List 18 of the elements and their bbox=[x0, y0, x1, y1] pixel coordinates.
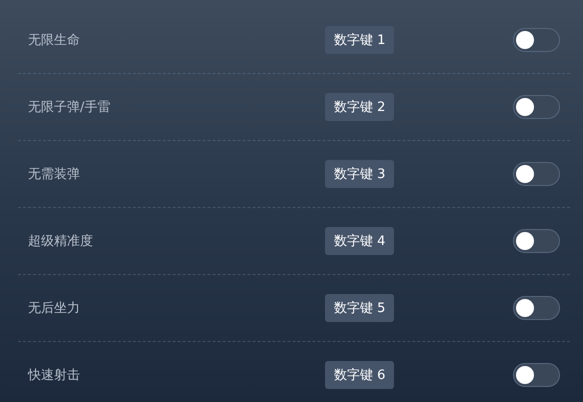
cheat-name: 超级精准度 bbox=[28, 233, 93, 250]
hotkey-label: 数字键 6 bbox=[325, 361, 394, 389]
toggle-switch[interactable] bbox=[513, 229, 560, 253]
toggle-switch[interactable] bbox=[513, 296, 560, 320]
toggle-switch[interactable] bbox=[513, 363, 560, 387]
cheat-name: 无限生命 bbox=[28, 32, 80, 49]
cheat-name: 无需装弹 bbox=[28, 166, 80, 183]
hotkey-label: 数字键 3 bbox=[325, 160, 394, 188]
toggle-switch[interactable] bbox=[513, 28, 560, 52]
cheat-name: 快速射击 bbox=[28, 367, 80, 384]
hotkey-label: 数字键 2 bbox=[325, 93, 394, 121]
hotkey-label: 数字键 5 bbox=[325, 294, 394, 322]
toggle-switch[interactable] bbox=[513, 162, 560, 186]
toggle-switch[interactable] bbox=[513, 95, 560, 119]
hotkey-label: 数字键 1 bbox=[325, 26, 394, 54]
hotkey-label: 数字键 4 bbox=[325, 227, 394, 255]
cheat-name: 无限子弹/手雷 bbox=[28, 99, 110, 116]
cheat-name: 无后坐力 bbox=[28, 300, 80, 317]
